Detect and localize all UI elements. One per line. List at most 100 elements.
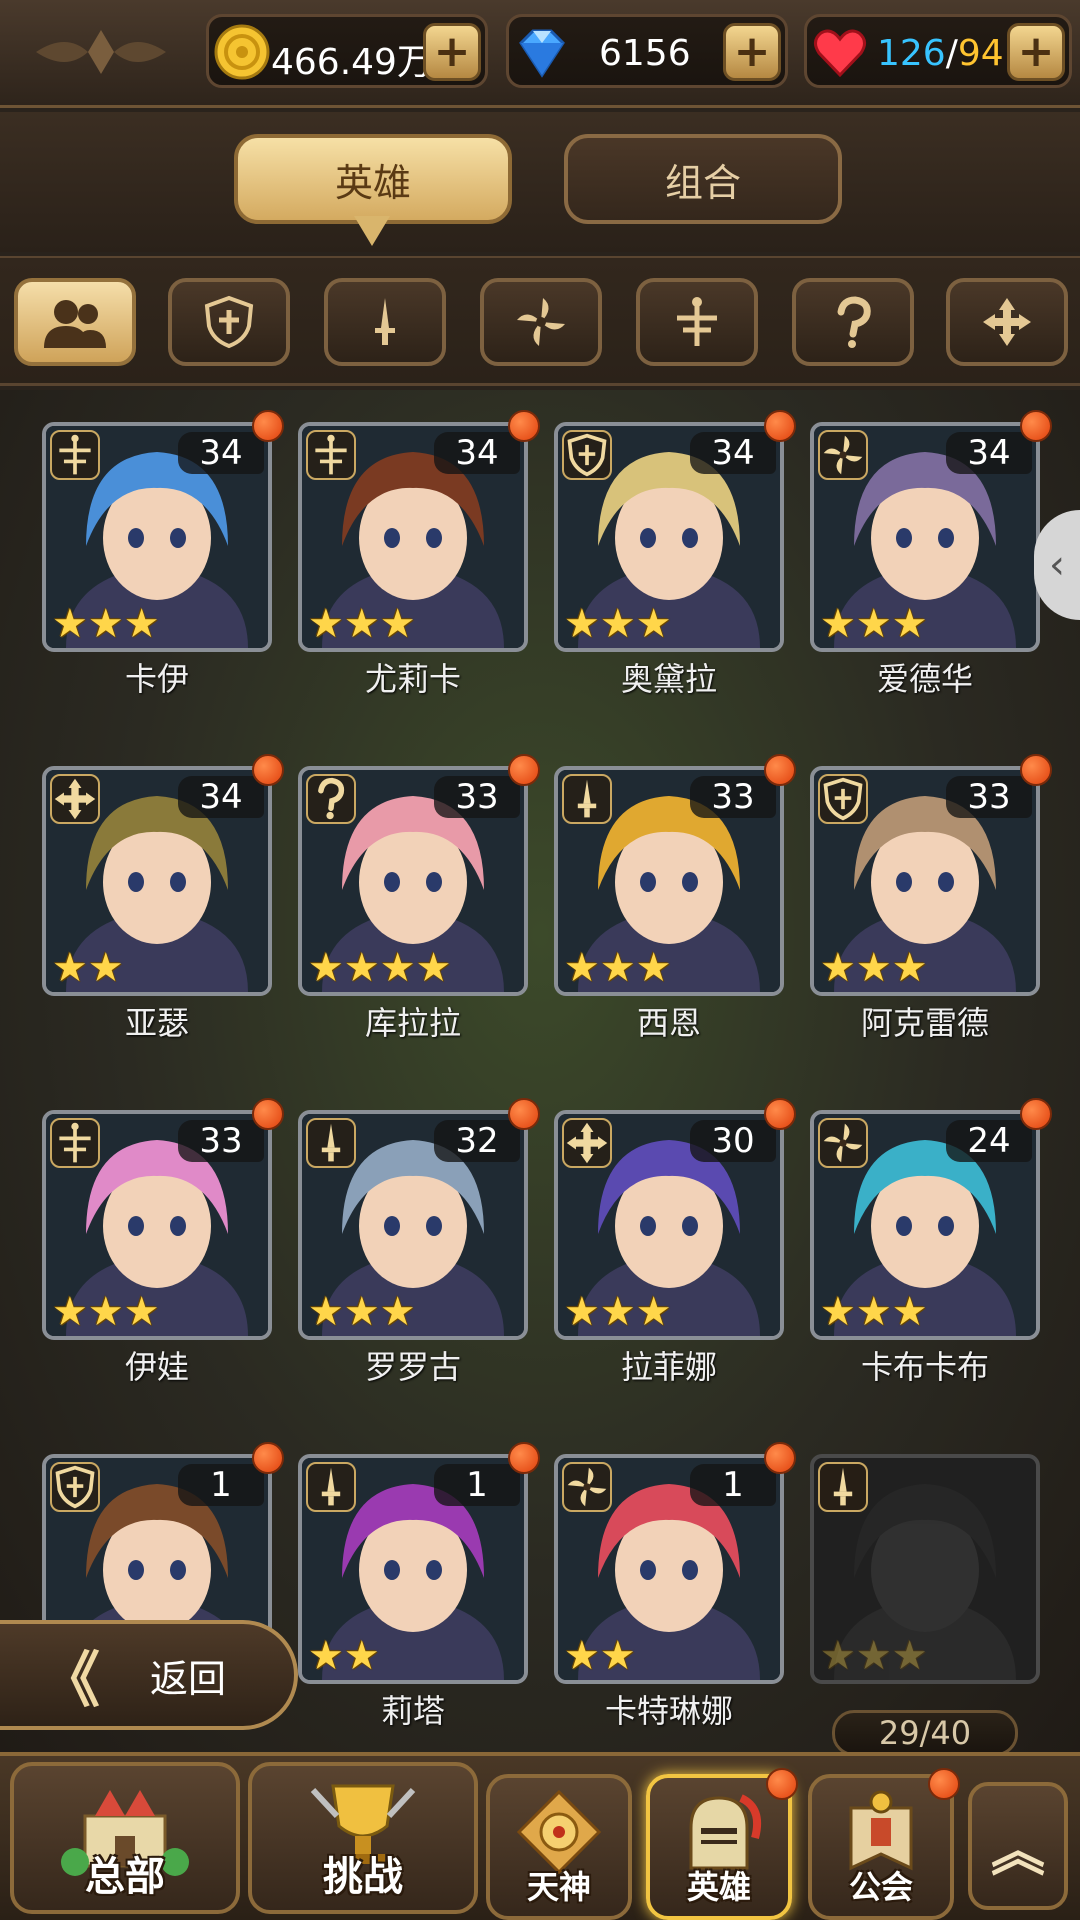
star-icon: ★ (123, 601, 160, 647)
hero-class-badge (306, 430, 356, 480)
star-icon: ★ (820, 945, 856, 991)
hero-name: 莉塔 (380, 1692, 445, 1730)
diamond-value: 6156 (599, 33, 691, 74)
hero-card[interactable]: 34 ★ ★ ★ 卡伊 (42, 410, 284, 698)
hero-card[interactable]: 34 ★ ★ ★ 尤莉卡 (298, 410, 540, 698)
hero-card[interactable]: 32 ★ ★ ★ 罗罗古 (298, 1098, 540, 1386)
hero-card[interactable]: 33 ★ ★ ★ 西恩 (554, 754, 796, 1042)
star-icon: ★ (599, 1289, 636, 1335)
star-icon: ★ (308, 945, 344, 991)
star-icon: ★ (820, 1289, 856, 1335)
nav-heroes[interactable]: 英雄 (646, 1768, 798, 1920)
hero-grid: 29/40 34 ★ ★ ★ 卡伊 34 ★ ★ ★ 尤莉卡 34 ★ ★ ★ 奥黛拉 34 ★ ★ ★ 爱德华 34 ★… (0, 390, 1080, 1752)
hero-portrait-frame: 30 ★ ★ ★ (554, 1110, 784, 1340)
filter-arrows-button[interactable] (946, 278, 1068, 366)
hero-star-rating: ★★ (52, 948, 124, 988)
hero-portrait-frame: 1 ★★ (554, 1454, 784, 1684)
star-icon: ★ (635, 1289, 672, 1335)
shuriken-class-icon (567, 1467, 607, 1507)
star-icon: ★ (343, 1633, 380, 1679)
star-icon: ★ (891, 1289, 928, 1335)
hero-star-rating: ★ ★ ★ ★ (308, 948, 451, 988)
stamina-counter: 126/94 + (804, 14, 1072, 88)
filter-all-button[interactable] (14, 278, 136, 366)
hero-level: 34 (434, 432, 520, 474)
nav-gods[interactable]: 天神 (486, 1774, 632, 1920)
hero-card[interactable]: 34 ★ ★ ★ 奥黛拉 (554, 410, 796, 698)
stamina-value: 126/94 (877, 33, 1004, 74)
hero-name: 伊娃 (124, 1348, 189, 1386)
hero-name: 卡布卡布 (860, 1348, 989, 1386)
diamond-counter: 6156 + (506, 14, 788, 88)
nav-headquarters[interactable]: 总部 (10, 1762, 240, 1914)
hero-portrait-frame: 33 ★ ★ ★ (810, 766, 1040, 996)
arrows-class-icon (54, 778, 96, 820)
hero-name: 卡伊 (124, 660, 189, 698)
nav-challenge[interactable]: 挑战 (248, 1762, 478, 1914)
star-icon: ★ (564, 601, 600, 647)
star-icon: ★ (87, 1289, 124, 1335)
filter-question-button[interactable] (792, 278, 914, 366)
hero-portrait-frame: 34 ★ ★ ★ (298, 422, 528, 652)
filter-cross-button[interactable] (636, 278, 758, 366)
hero-card[interactable]: ★ ★ ★ (810, 1454, 1040, 1724)
star-icon: ★ (343, 601, 380, 647)
hero-card[interactable]: 33 ★ ★ ★ 阿克雷德 (810, 754, 1052, 1042)
star-icon: ★ (415, 945, 452, 991)
hero-star-rating: ★ ★ ★ (52, 604, 160, 644)
hero-star-rating: ★ ★ ★ (308, 1292, 416, 1332)
filter-sword-button[interactable] (324, 278, 446, 366)
back-label: 返回 (150, 1656, 227, 1701)
hero-card[interactable]: 24 ★ ★ ★ 卡布卡布 (810, 1098, 1052, 1386)
star-icon: ★ (52, 601, 88, 647)
shield-class-icon (55, 1465, 95, 1509)
notification-dot (1020, 410, 1052, 442)
filter-shuriken-button[interactable] (480, 278, 602, 366)
add-stamina-button[interactable]: + (1007, 23, 1065, 81)
add-diamond-button[interactable]: + (723, 23, 781, 81)
notification-dot (252, 1442, 284, 1474)
sword-class-icon (375, 298, 395, 345)
expand-menu-button[interactable]: ︽ (968, 1782, 1068, 1910)
hero-level: 1 (178, 1464, 264, 1506)
tab-combos[interactable]: 组合 (564, 134, 842, 224)
hero-star-rating: ★★ (308, 1636, 380, 1676)
nav-guild[interactable]: 公会 (808, 1768, 960, 1920)
stamina-max: 94 (957, 33, 1004, 74)
hero-card[interactable]: 34 ★ ★ ★ 爱德华 (810, 410, 1052, 698)
notification-dot (508, 1098, 540, 1130)
star-icon: ★ (379, 945, 416, 991)
hero-star-rating: ★ ★ ★ (564, 604, 672, 644)
gold-coin-icon (213, 23, 271, 81)
hero-portrait-frame: 1 ★★ (298, 1454, 528, 1684)
hero-level: 33 (690, 776, 776, 818)
hero-class-badge (818, 430, 868, 480)
hero-card[interactable]: 33 ★ ★ ★ ★ 库拉拉 (298, 754, 540, 1042)
hero-name: 罗罗古 (364, 1348, 461, 1386)
hero-card[interactable]: 1 ★ ★ 卡特琳娜 (554, 1442, 796, 1730)
hero-level: 34 (946, 432, 1032, 474)
hero-star-rating: ★★ (564, 1636, 636, 1676)
hero-star-rating: ★ ★ ★ (820, 1292, 928, 1332)
hero-level: 34 (690, 432, 776, 474)
hero-card[interactable]: 33 ★ ★ ★ 伊娃 (42, 1098, 284, 1386)
filter-shield-button[interactable] (168, 278, 290, 366)
hero-card[interactable]: 34 ★ ★ 亚瑟 (42, 754, 284, 1042)
shield-class-icon (204, 295, 254, 349)
bottom-nav: 总部 挑战 天神 英雄 公会 ︽ (0, 1752, 1080, 1920)
hero-portrait-frame: 34 ★ ★ ★ (810, 422, 1040, 652)
star-icon: ★ (343, 945, 380, 991)
hero-name: 阿克雷德 (860, 1004, 989, 1042)
active-tab-pointer-icon (354, 216, 390, 246)
arrows-class-icon (983, 298, 1031, 346)
tab-heroes[interactable]: 英雄 (234, 134, 512, 224)
star-icon: ★ (87, 945, 124, 991)
hero-card[interactable]: 30 ★ ★ ★ 拉菲娜 (554, 1098, 796, 1386)
arrows-class-icon (566, 1122, 608, 1164)
add-gold-button[interactable]: + (423, 23, 481, 81)
star-icon: ★ (52, 945, 88, 991)
back-button[interactable]: 《 返回 (0, 1620, 298, 1730)
hero-card[interactable]: 1 ★ ★ 莉塔 (298, 1442, 540, 1730)
star-icon: ★ (564, 945, 600, 991)
hero-portrait-frame: 33 ★ ★ ★ (42, 1110, 272, 1340)
